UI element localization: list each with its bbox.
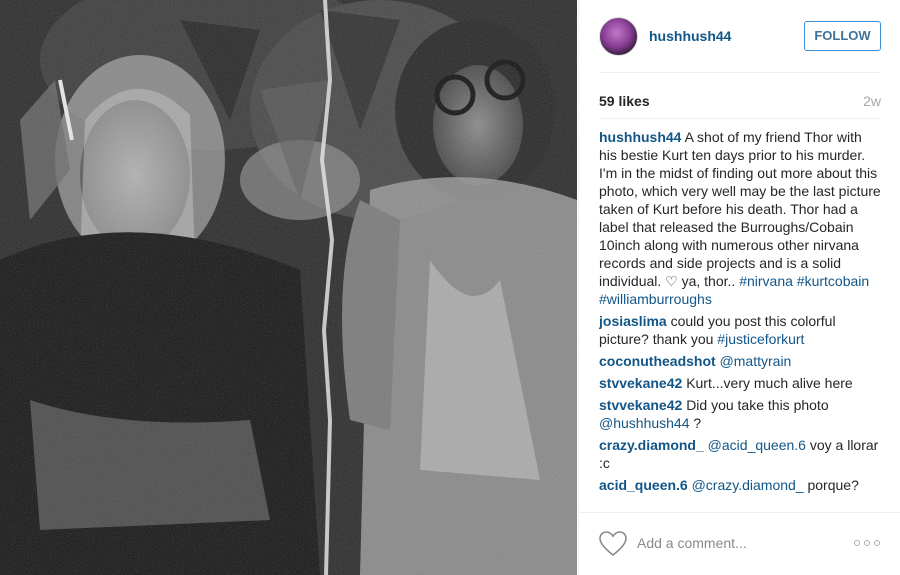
follow-button[interactable]: FOLLOW — [804, 21, 881, 51]
username-link[interactable]: hushhush44 — [649, 28, 731, 44]
post-details-panel: hushhush44 FOLLOW 59 likes 2w hushhush44… — [578, 0, 900, 575]
hashtag[interactable]: #justiceforkurt — [717, 331, 804, 347]
likes-row: 59 likes 2w — [599, 93, 881, 109]
caption-text: A shot of my friend Thor with his bestie… — [599, 129, 881, 289]
comment-item: stvvekane42 Kurt...very much alive here — [599, 374, 881, 392]
divider — [599, 72, 881, 73]
mention[interactable]: @hushhush44 — [599, 415, 690, 431]
post-photo[interactable] — [0, 0, 577, 575]
heart-icon[interactable] — [599, 531, 627, 557]
hashtag[interactable]: #williamburroughs — [599, 291, 712, 307]
post-time[interactable]: 2w — [863, 93, 881, 109]
dot — [854, 540, 860, 546]
comment-footer — [579, 512, 900, 575]
comments-list[interactable]: hushhush44 A shot of my friend Thor with… — [599, 128, 881, 510]
comment-suffix: porque? — [803, 477, 859, 493]
mention[interactable]: @mattyrain — [720, 353, 792, 369]
mention[interactable]: @acid_queen.6 — [708, 437, 806, 453]
comment-author[interactable]: stvvekane42 — [599, 375, 682, 391]
mention[interactable]: @crazy.diamond_ — [692, 477, 804, 493]
more-options-icon[interactable] — [854, 535, 880, 551]
comment-item: coconutheadshot @mattyrain — [599, 352, 881, 370]
comment-item: crazy.diamond_ @acid_queen.6 voy a llora… — [599, 436, 881, 472]
comment-author[interactable]: coconutheadshot — [599, 353, 716, 369]
hashtag[interactable]: #nirvana — [739, 273, 793, 289]
likes-count[interactable]: 59 likes — [599, 93, 650, 109]
comment-author[interactable]: stvvekane42 — [599, 397, 682, 413]
caption: hushhush44 A shot of my friend Thor with… — [599, 128, 881, 308]
comment-author[interactable]: josiaslima — [599, 313, 667, 329]
comment-text: Kurt...very much alive here — [686, 375, 853, 391]
post-header: hushhush44 FOLLOW — [579, 0, 900, 72]
add-comment-input[interactable] — [637, 531, 847, 555]
avatar[interactable] — [599, 16, 638, 56]
comment-suffix: ? — [689, 415, 702, 431]
comment-author[interactable]: acid_queen.6 — [599, 477, 688, 493]
dot — [864, 540, 870, 546]
photo-illustration — [0, 0, 577, 575]
comment-item: josiaslima could you post this colorful … — [599, 312, 881, 348]
caption-author[interactable]: hushhush44 — [599, 129, 681, 145]
divider — [599, 118, 881, 119]
comment-author[interactable]: crazy.diamond_ — [599, 437, 704, 453]
dot — [874, 540, 880, 546]
comment-item: stvvekane42 Did you take this photo @hus… — [599, 396, 881, 432]
comment-text: Did you take this photo — [686, 397, 829, 413]
comment-item: acid_queen.6 @crazy.diamond_ porque? — [599, 476, 881, 494]
hashtag[interactable]: #kurtcobain — [797, 273, 869, 289]
